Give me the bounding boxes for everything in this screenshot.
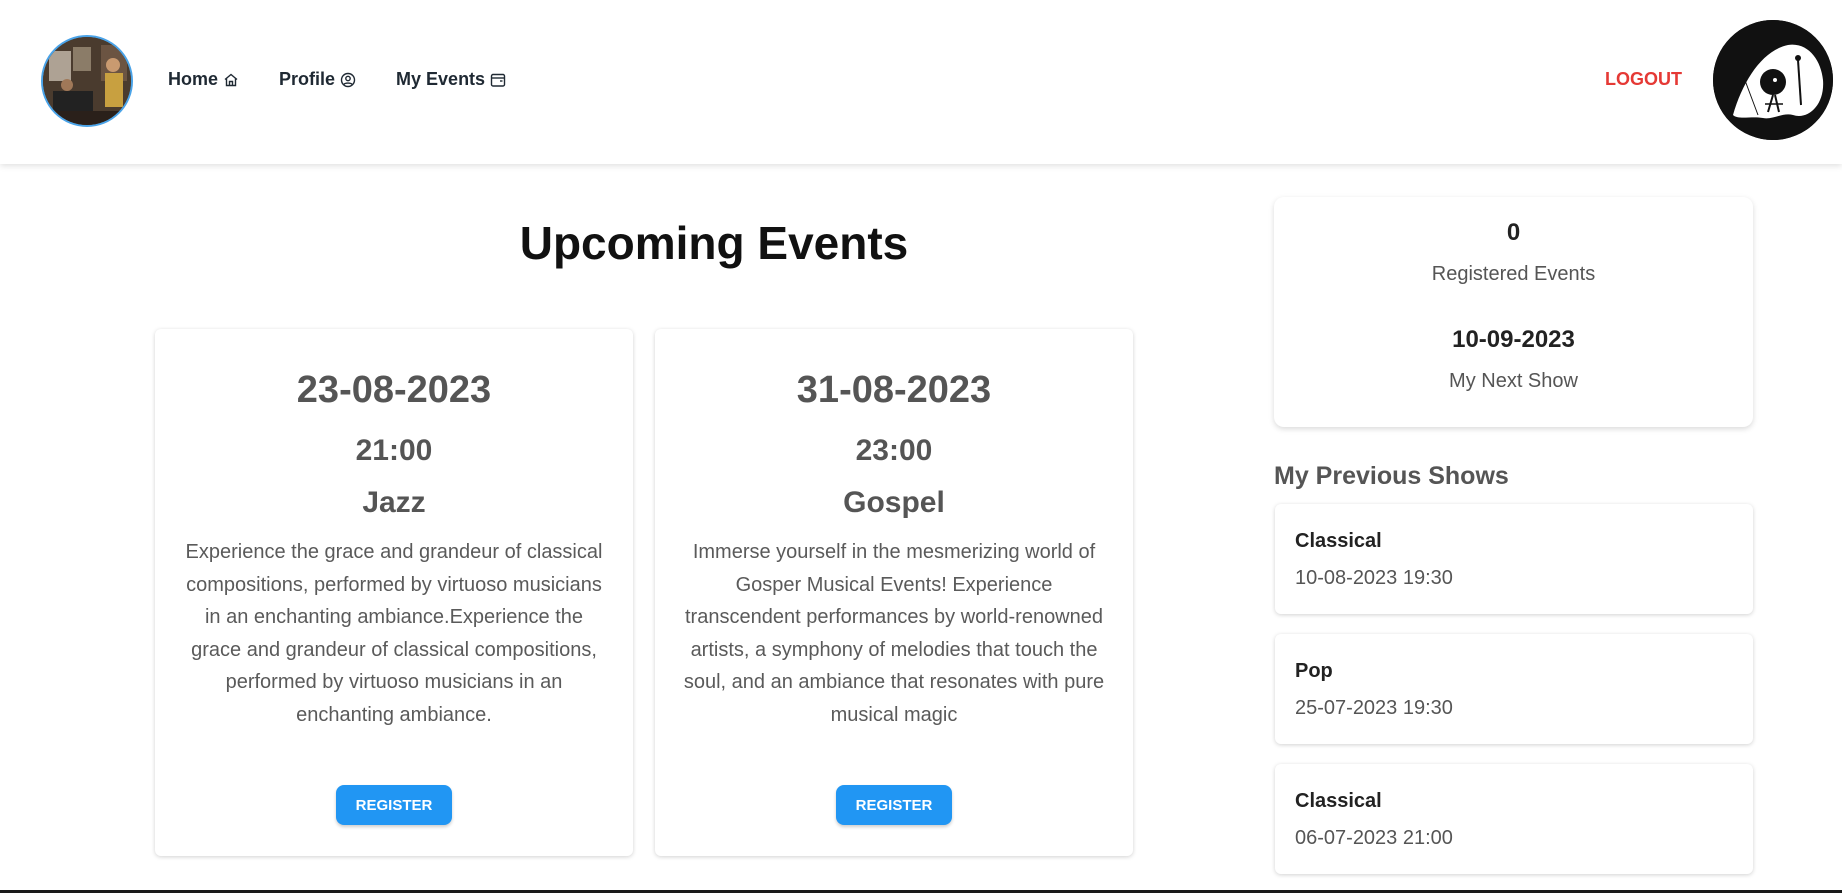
user-avatar[interactable] — [41, 35, 133, 127]
previous-show-item[interactable]: Classical 06-07-2023 21:00 — [1275, 764, 1753, 874]
event-date: 31-08-2023 — [796, 369, 992, 411]
show-datetime: 10-08-2023 19:30 — [1295, 567, 1453, 589]
previous-shows-title: My Previous Shows — [1274, 462, 1509, 490]
user-circle-icon — [340, 72, 356, 87]
show-datetime: 25-07-2023 19:30 — [1295, 697, 1453, 719]
page-title: Upcoming Events — [519, 217, 909, 269]
nav-my-events-label: My Events — [396, 69, 486, 89]
nav-home-label: Home — [168, 69, 219, 89]
calendar-icon — [490, 73, 506, 87]
top-navbar: Home Profile My Events LOGOUT — [0, 0, 1842, 164]
event-genre: Gospel — [843, 486, 945, 519]
event-time: 21:00 — [355, 434, 433, 467]
show-genre: Classical — [1295, 530, 1382, 552]
stats-card: 0 Registered Events 10-09-2023 My Next S… — [1274, 197, 1753, 427]
next-show-label: My Next Show — [1449, 370, 1578, 392]
home-icon — [224, 73, 238, 86]
event-card: 31-08-2023 23:00 Gospel Immerse yourself… — [655, 329, 1133, 856]
event-description: Experience the grace and grandeur of cla… — [185, 541, 603, 726]
event-description: Immerse yourself in the mesmerizing worl… — [683, 541, 1105, 726]
event-card: 23-08-2023 21:00 Jazz Experience the gra… — [155, 329, 633, 856]
previous-show-item[interactable]: Pop 25-07-2023 19:30 — [1275, 634, 1753, 744]
main-nav: Home Profile My Events — [168, 69, 506, 90]
nav-my-events-link[interactable]: My Events — [396, 69, 506, 90]
registered-events-label: Registered Events — [1431, 263, 1596, 285]
registered-events-count: 0 — [1506, 219, 1521, 246]
register-button[interactable]: REGISTER — [836, 785, 952, 825]
register-button[interactable]: REGISTER — [336, 785, 452, 825]
next-show-date: 10-09-2023 — [1452, 326, 1575, 353]
previous-show-item[interactable]: Classical 10-08-2023 19:30 — [1275, 504, 1753, 614]
nav-profile-label: Profile — [279, 69, 336, 89]
event-genre: Jazz — [362, 486, 426, 519]
show-genre: Classical — [1295, 790, 1382, 812]
logout-button[interactable]: LOGOUT — [1605, 69, 1682, 90]
event-time: 23:00 — [855, 434, 933, 467]
show-datetime: 06-07-2023 21:00 — [1295, 827, 1453, 849]
show-genre: Pop — [1295, 660, 1333, 682]
nav-profile-link[interactable]: Profile — [279, 69, 356, 90]
event-date: 23-08-2023 — [296, 369, 492, 411]
site-logo[interactable] — [1713, 20, 1833, 140]
nav-home-link[interactable]: Home — [168, 69, 239, 90]
